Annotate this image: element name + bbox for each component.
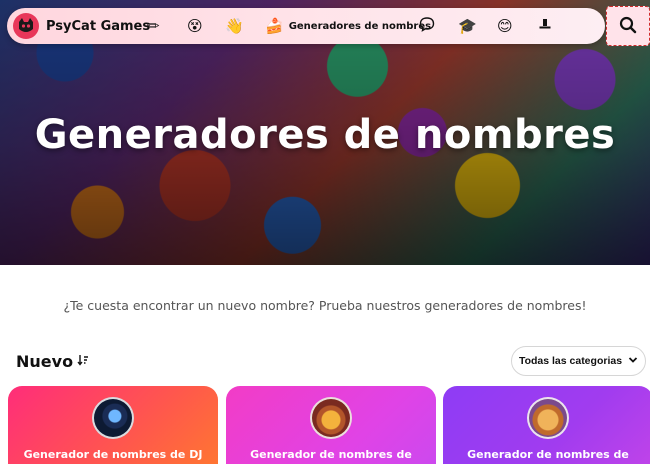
generators-icon: 🍰	[265, 17, 284, 35]
nav-generators-label: Generadores de nombres	[288, 20, 432, 32]
category-select[interactable]: Todas las categorias	[511, 346, 646, 376]
cat-logo-icon	[13, 13, 39, 39]
category-select-label: Todas las categorias	[518, 355, 623, 367]
section-title: Nuevo	[16, 352, 74, 371]
search-button[interactable]	[606, 6, 650, 46]
clash-avatar	[527, 397, 569, 439]
nav-hats-link[interactable]	[538, 8, 552, 44]
nav-quizzes-link[interactable]: 😵	[187, 8, 203, 44]
character-face-icon: 😊	[497, 17, 513, 35]
hand-icon: 👋	[225, 17, 244, 35]
generator-card-castles[interactable]: Generador de nombres de castelos	[226, 386, 436, 464]
nav-games-link[interactable]: 👋	[225, 8, 244, 44]
sort-descending-icon[interactable]	[77, 354, 89, 370]
card-title: Generador de nombres de clanes de Clash …	[467, 448, 629, 464]
graduation-cap-icon: 🎓	[458, 17, 477, 35]
nav-generators-link[interactable]: 🍰 Generadores de nombres	[265, 8, 431, 44]
nav-drawing-link[interactable]: ✏	[147, 8, 160, 44]
card-title: Generador de nombres de DJ	[23, 448, 203, 461]
generator-card-clash-clans[interactable]: Generador de nombres de clanes de Clash …	[443, 386, 650, 464]
home-logo-link[interactable]: PsyCat Games	[13, 8, 150, 44]
nav-characters-link[interactable]: 😊	[497, 8, 513, 44]
section-header: Nuevo	[16, 352, 89, 371]
quiz-face-icon: 😵	[187, 17, 203, 35]
pencil-icon: ✏	[147, 17, 160, 35]
chevron-down-icon	[628, 356, 638, 367]
nav-chat-link[interactable]	[419, 8, 435, 44]
top-navbar: PsyCat Games ✏ 😵 👋 🍰 Generadores de nomb…	[7, 8, 605, 44]
nav-education-link[interactable]: 🎓	[458, 8, 477, 44]
castle-avatar	[310, 397, 352, 439]
search-icon	[619, 16, 637, 37]
page-title: Generadores de nombres	[34, 112, 616, 158]
generator-card-dj[interactable]: Generador de nombres de DJ	[8, 386, 218, 464]
dj-avatar	[92, 397, 134, 439]
card-title: Generador de nombres de castelos	[250, 448, 412, 464]
intro-text: ¿Te cuesta encontrar un nuevo nombre? Pr…	[63, 298, 587, 313]
hat-icon	[538, 17, 552, 35]
chat-bubble-icon	[419, 16, 435, 36]
brand-name: PsyCat Games	[46, 18, 151, 34]
